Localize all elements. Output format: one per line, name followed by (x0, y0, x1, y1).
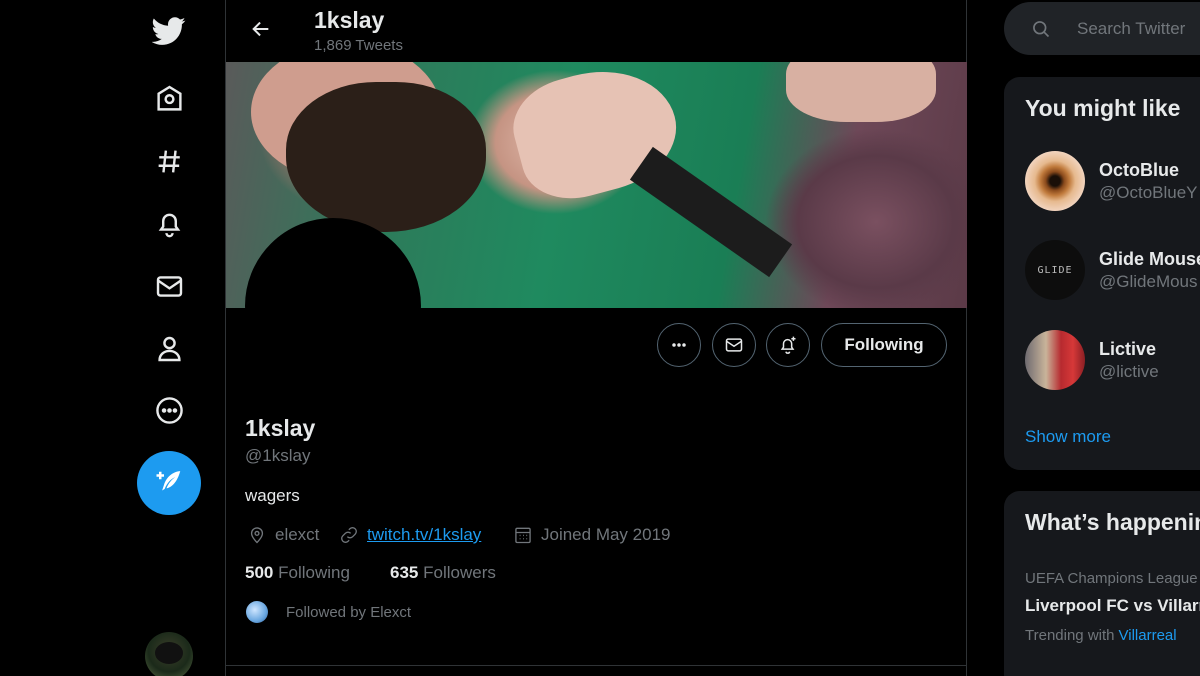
trend-title[interactable]: Liverpool FC vs Villarreal (1025, 596, 1200, 616)
joined-text: Joined May 2019 (541, 525, 671, 544)
calendar-icon (515, 527, 531, 544)
search-icon (1033, 20, 1050, 37)
left-nav (0, 0, 225, 676)
trending-with-label: Trending with (1025, 627, 1115, 644)
profile-avatar[interactable] (245, 218, 421, 394)
trend-related-link[interactable]: Villarreal (1119, 627, 1177, 644)
followers-count-link[interactable]: 635 Followers (390, 563, 496, 583)
followed-by-row[interactable]: Followed by Elexct (246, 601, 411, 623)
header-tweet-count: 1,869 Tweets (314, 37, 403, 54)
followers-label: Followers (423, 563, 496, 582)
envelope-icon (725, 338, 743, 352)
following-label: Following (278, 563, 350, 582)
link-icon (341, 527, 357, 543)
divider (226, 665, 967, 666)
messages-envelope-icon[interactable] (144, 261, 194, 311)
search-placeholder: Search Twitter (1077, 18, 1186, 38)
message-button[interactable] (712, 323, 756, 367)
profile-column: 1kslay 1,869 Tweets Following 1kslay @1k… (225, 0, 967, 676)
compose-tweet-button[interactable] (137, 451, 201, 515)
profile-joined: Joined May 2019 (513, 522, 670, 548)
back-arrow-icon[interactable] (246, 14, 276, 44)
glide-mouse-avatar: GLIDE (1025, 240, 1085, 300)
suggested-user-name: OctoBlue (1099, 159, 1180, 180)
header-profile-name: 1kslay (314, 7, 385, 33)
octoblue-avatar (1025, 151, 1085, 211)
suggested-user-handle: @GlideMous (1099, 271, 1198, 291)
lictive-avatar (1025, 330, 1085, 390)
location-pin-icon (250, 527, 264, 544)
show-more-link[interactable]: Show more (1025, 427, 1111, 447)
suggested-user[interactable]: GLIDE Glide Mouse @GlideMous (1025, 240, 1200, 300)
whats-happening-title: What’s happening (1025, 509, 1200, 535)
following-count-link[interactable]: 500 Following (245, 563, 350, 583)
more-options-icon[interactable] (144, 385, 194, 435)
suggested-user-name: Lictive (1099, 338, 1157, 359)
trend-category: UEFA Champions League (1025, 570, 1198, 587)
follower-avatar (246, 601, 268, 623)
notify-button[interactable] (766, 323, 810, 367)
profile-person-icon[interactable] (144, 323, 194, 373)
explore-hashtag-icon[interactable] (144, 136, 194, 186)
who-to-follow-panel: You might like OctoBlue @OctoBlueY GLIDE… (1004, 77, 1200, 470)
profile-location: elexct (247, 522, 319, 548)
more-dots-icon (672, 343, 686, 347)
account-avatar[interactable] (145, 632, 193, 676)
profile-display-name: 1kslay (245, 415, 316, 441)
whats-happening-panel: What’s happening UEFA Champions League L… (1004, 491, 1200, 676)
you-might-like-title: You might like (1025, 95, 1181, 121)
suggested-user[interactable]: OctoBlue @OctoBlueY (1025, 151, 1198, 211)
following-count: 500 (245, 563, 274, 582)
suggested-user-handle: @lictive (1099, 361, 1159, 381)
search-box[interactable]: Search Twitter (1004, 2, 1200, 55)
twitter-logo-icon[interactable] (144, 6, 194, 56)
profile-bio: wagers (245, 486, 300, 505)
website-link[interactable]: twitch.tv/1kslay (367, 525, 481, 545)
notifications-bell-icon[interactable] (144, 198, 194, 248)
trend-with: Trending with Villarreal (1025, 627, 1177, 644)
bell-plus-icon (780, 336, 796, 354)
followed-by-text: Followed by Elexct (286, 603, 412, 621)
home-icon[interactable] (144, 73, 194, 123)
compose-feather-icon (156, 471, 181, 491)
profile-website: twitch.tv/1kslay (339, 522, 481, 548)
suggested-user[interactable]: Lictive @lictive (1025, 330, 1159, 390)
followers-count: 635 (390, 563, 419, 582)
following-button[interactable]: Following (821, 323, 947, 367)
profile-handle: @1kslay (245, 446, 311, 465)
more-actions-button[interactable] (657, 323, 701, 367)
location-text: elexct (275, 525, 320, 544)
suggested-user-handle: @OctoBlueY (1099, 182, 1198, 202)
suggested-user-name: Glide Mouse (1099, 248, 1200, 269)
